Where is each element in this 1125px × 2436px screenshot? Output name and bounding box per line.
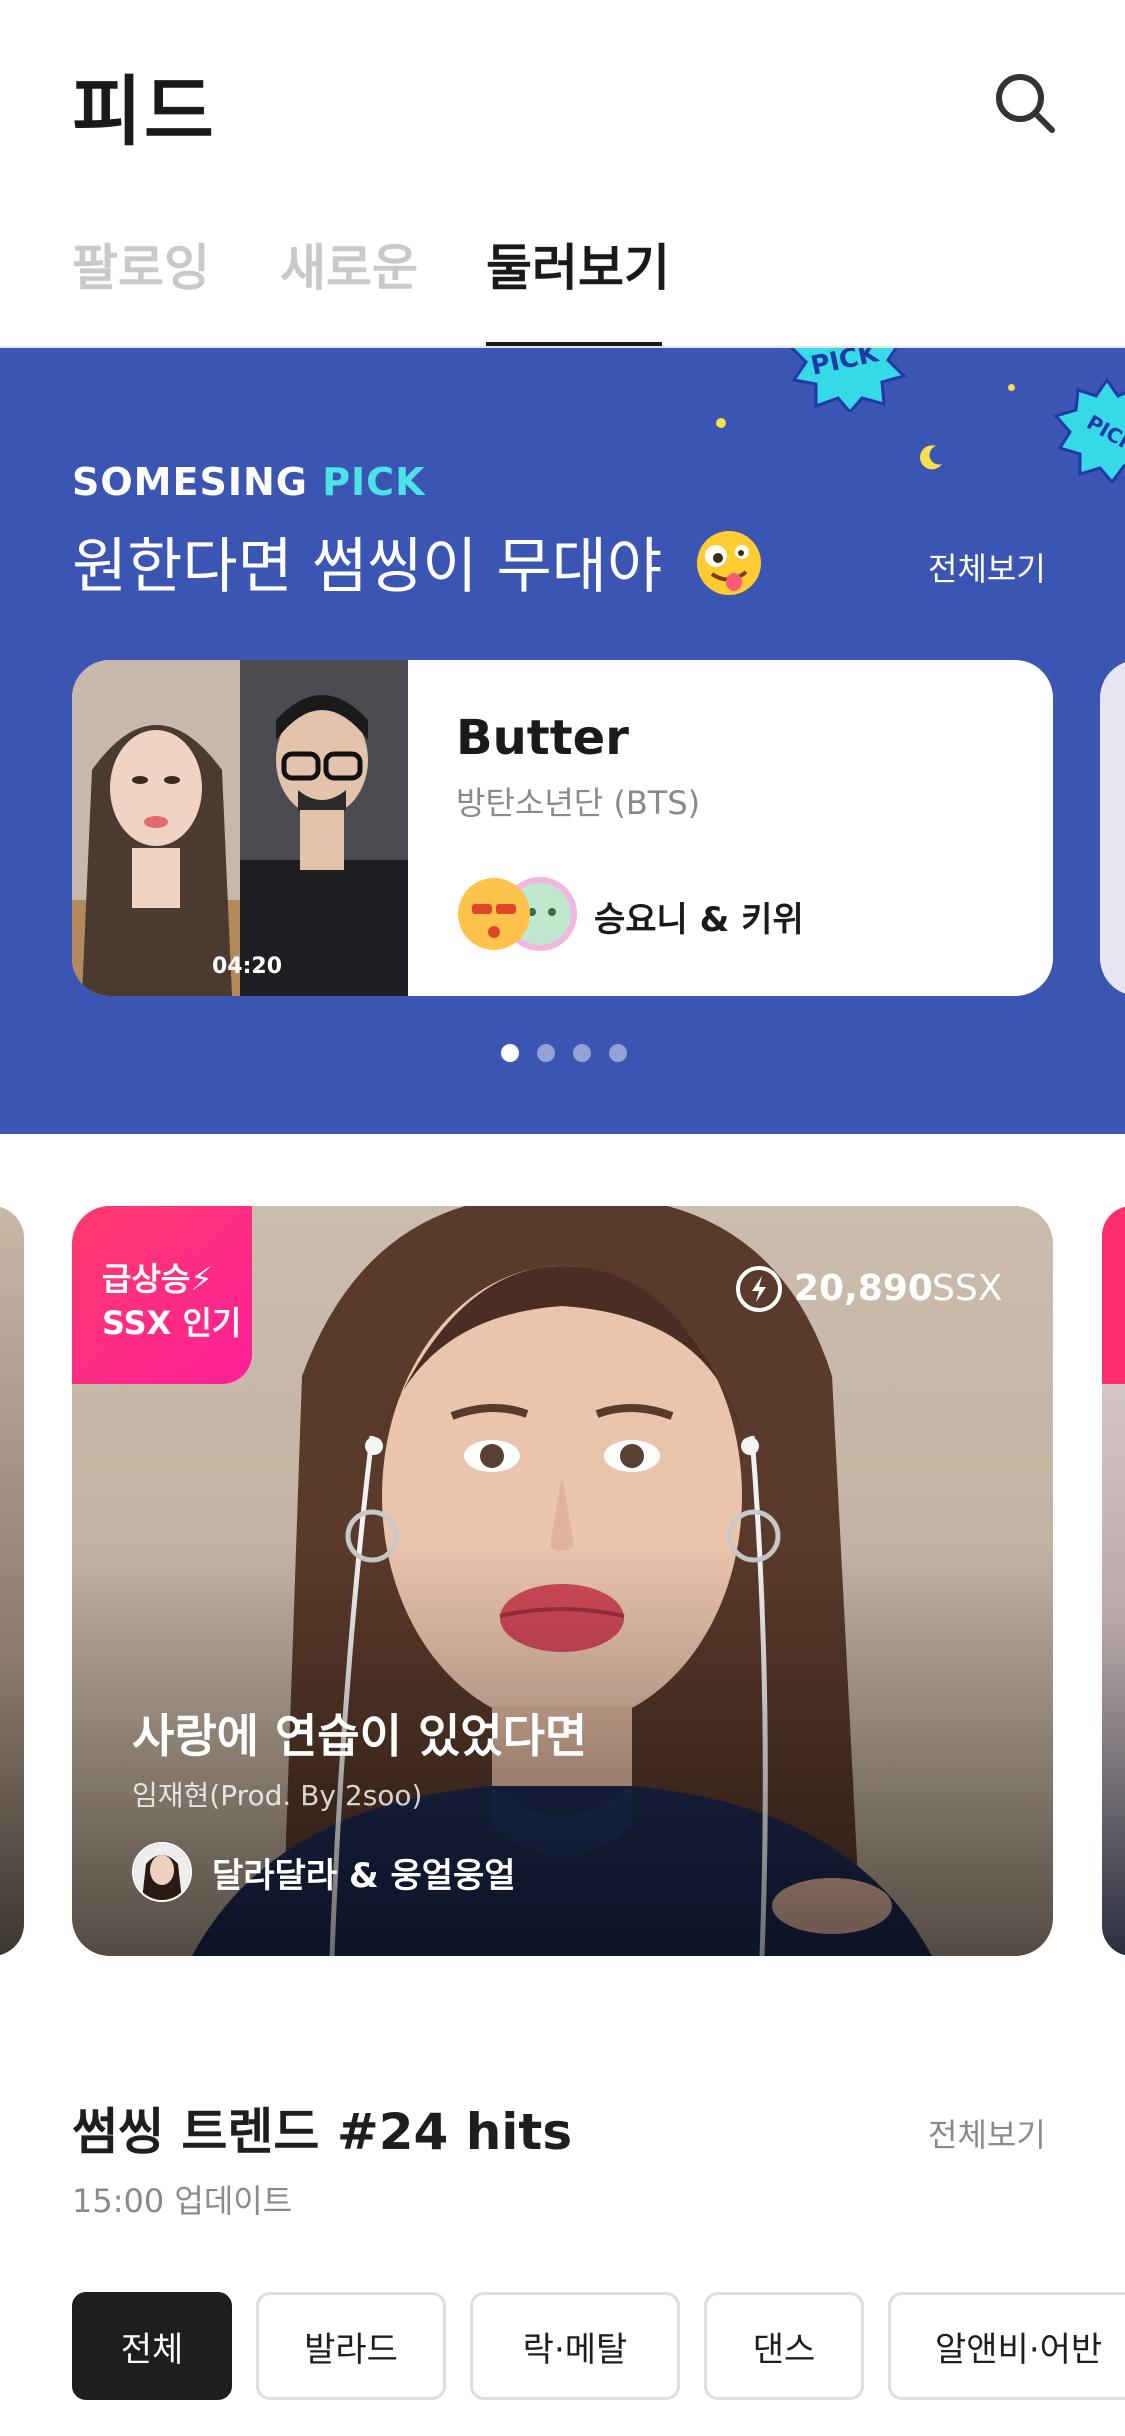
next-feed-card-peek[interactable] (1102, 1206, 1125, 1956)
featured-carousel: 급상승⚡ SSX 인기 20,890 SSX 사랑에 연습이 있었다면 임재현(… (0, 1206, 1125, 1956)
pick-brand-highlight: PICK (322, 460, 426, 504)
tab-new[interactable]: 새로운 (280, 228, 418, 300)
tab-explore[interactable]: 둘러보기 (486, 228, 670, 300)
feed-song-artist: 임재현(Prod. By 2soo) (132, 1779, 423, 1812)
trend-see-all-link[interactable]: 전체보기 (928, 2110, 1046, 2156)
trend-section-title: 썸씽 트렌드 #24 hits (72, 2103, 573, 2161)
confetti-dot (716, 418, 726, 428)
feed-song-title: 사랑에 연습이 있었다면 (132, 1709, 588, 1763)
feed-singers: 달라달라 & 웅얼웅얼 (212, 1856, 516, 1896)
search-button[interactable] (992, 70, 1058, 136)
video-duration: 04:20 (212, 954, 283, 979)
header: 피드 팔로잉 새로운 둘러보기 (0, 0, 1125, 348)
prev-feed-card-peek[interactable] (0, 1206, 24, 1956)
pick-headline: 원한다면 썸씽이 무대야 (72, 532, 663, 602)
pick-see-all-link[interactable]: 전체보기 (928, 544, 1046, 590)
duet-video-thumbnail[interactable] (72, 660, 408, 996)
tab-following[interactable]: 팔로잉 (72, 228, 210, 300)
chip-all[interactable]: 전체 (72, 2292, 232, 2400)
pager-dot-4[interactable] (609, 1044, 627, 1062)
singer-avatar[interactable] (132, 1842, 192, 1902)
ssx-bolt-icon (736, 1266, 782, 1312)
pick-brand-name: SOMESING (72, 460, 308, 504)
pick-sticker-icon: PICK (1053, 377, 1125, 485)
next-pick-card-peek[interactable] (1100, 660, 1125, 996)
pick-song-artist: 방탄소년단 (BTS) (456, 784, 701, 822)
search-icon (996, 74, 1055, 133)
chip-dance[interactable]: 댄스 (704, 2292, 864, 2400)
pager-dot-1[interactable] (501, 1044, 519, 1062)
confetti-dot (1008, 384, 1015, 391)
singer-avatar-image (134, 1844, 190, 1900)
genre-filter-chips: 전체 발라드 락·메탈 댄스 알앤비·어반 (0, 2292, 1125, 2400)
somesing-pick-section: PICK PICK SOMESING PICK 원한다면 썸씽이 무대야 전체보… (0, 348, 1125, 1134)
trend-update-time: 15:00 업데이트 (72, 2182, 293, 2220)
ssx-value: 20,890 (794, 1268, 933, 1309)
pager-dot-2[interactable] (537, 1044, 555, 1062)
pick-song-card[interactable]: 04:20 Butter 방탄소년단 (BTS) 승요니 & 키위 (72, 660, 1053, 996)
somesing-pick-logo: SOMESING PICK (72, 460, 426, 504)
trending-badge-line2: SSX 인기 (102, 1304, 242, 1342)
pick-song-title: Butter (456, 710, 629, 766)
zany-face-emoji-icon (697, 531, 761, 595)
singer-avatars (458, 877, 577, 951)
pager-dot-3[interactable] (573, 1044, 591, 1062)
ssx-unit: SSX (932, 1268, 1003, 1309)
featured-feed-card[interactable]: 급상승⚡ SSX 인기 20,890 SSX 사랑에 연습이 있었다면 임재현(… (72, 1206, 1053, 1956)
page-title: 피드 (72, 67, 216, 156)
pick-pager (0, 1044, 1125, 1064)
pick-singers: 승요니 & 키위 (594, 900, 804, 940)
chip-rnb-urban[interactable]: 알앤비·어반 (888, 2292, 1125, 2400)
trending-badge: 급상승⚡ SSX 인기 (72, 1206, 252, 1384)
chip-rock-metal[interactable]: 락·메탈 (470, 2292, 680, 2400)
moon-confetti-icon (920, 445, 942, 470)
chip-ballad[interactable]: 발라드 (256, 2292, 446, 2400)
pick-sticker-icon: PICK (789, 348, 907, 412)
trending-badge-line1: 급상승⚡ (102, 1260, 213, 1298)
